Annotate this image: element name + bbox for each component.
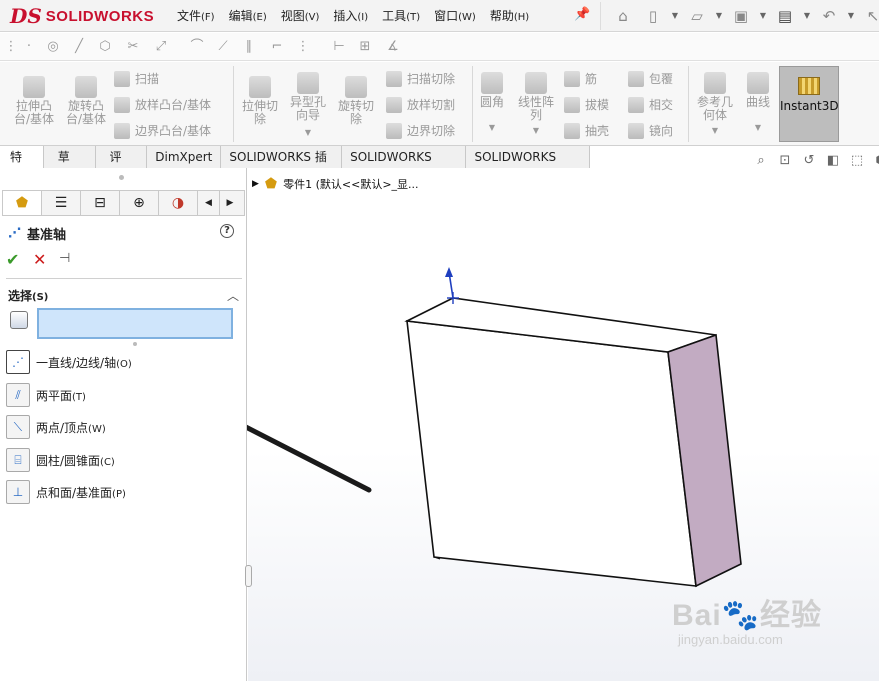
option-label: 两点/顶点(W) [36, 420, 106, 435]
point-face-icon: ⊥ [6, 480, 30, 504]
panel-collapse-handle[interactable] [245, 565, 252, 587]
option-label: 一直线/边线/轴(O) [36, 355, 132, 370]
cylinder-cone-icon: ⌸ [6, 448, 30, 472]
origin-axis-indicator [445, 267, 459, 304]
option-label: 两平面(T) [36, 388, 86, 403]
property-manager-header: ⋰ 基准轴 [8, 224, 66, 243]
keep-visible-pin-icon[interactable]: ⊣ [59, 251, 70, 266]
line-edge-axis-icon: ⋰ [6, 350, 30, 374]
option-label: 圆柱/圆锥面(C) [36, 453, 115, 468]
option-label: 点和面/基准面(P) [36, 485, 126, 500]
selection-list-box[interactable] [37, 308, 233, 339]
selection-entity-icon [10, 311, 28, 329]
option-point-face[interactable]: ⊥ 点和面/基准面(P) [6, 480, 126, 504]
two-planes-icon: ⫽ [6, 383, 30, 407]
selection-box-resize-handle[interactable] [133, 342, 137, 346]
panel-resize-handle[interactable] [119, 175, 124, 180]
cancel-button[interactable]: ✕ [33, 250, 46, 269]
two-points-icon: ⟍ [6, 415, 30, 439]
tab-scroll-left-icon[interactable]: ◀ [198, 191, 220, 215]
help-icon[interactable]: ? [220, 224, 234, 238]
reference-axis-icon: ⋰ [8, 226, 21, 241]
option-two-points[interactable]: ⟍ 两点/顶点(W) [6, 415, 106, 439]
box-front-face [406, 320, 697, 587]
baidu-watermark: Bai🐾经验 jingyan.baidu.com [672, 599, 823, 647]
watermark-url: jingyan.baidu.com [678, 632, 783, 647]
featuremanager-tab-icon[interactable]: ⬟ [3, 191, 42, 215]
box-model[interactable] [404, 297, 742, 588]
selections-group-header[interactable]: 选择(S) [8, 287, 48, 304]
ok-button[interactable]: ✔ [6, 250, 19, 269]
divider [6, 278, 242, 279]
option-cylinder-cone[interactable]: ⌸ 圆柱/圆锥面(C) [6, 448, 115, 472]
panel-tabs: ⬟ ☰ ⊟ ⊕ ◑ ◀ ▶ [2, 190, 245, 216]
displaymanager-tab-icon[interactable]: ◑ [159, 191, 198, 215]
propertymanager-tab-icon[interactable]: ☰ [42, 191, 81, 215]
page-title: 基准轴 [27, 228, 67, 243]
configurationmanager-tab-icon[interactable]: ⊟ [81, 191, 120, 215]
dimxpertmanager-tab-icon[interactable]: ⊕ [120, 191, 159, 215]
tab-scroll-right-icon[interactable]: ▶ [220, 191, 240, 215]
collapse-chevron-icon[interactable]: ︿ [227, 287, 239, 304]
option-two-planes[interactable]: ⫽ 两平面(T) [6, 383, 86, 407]
paw-icon: 🐾 [721, 599, 761, 632]
option-line-edge-axis[interactable]: ⋰ 一直线/边线/轴(O) [6, 350, 132, 374]
